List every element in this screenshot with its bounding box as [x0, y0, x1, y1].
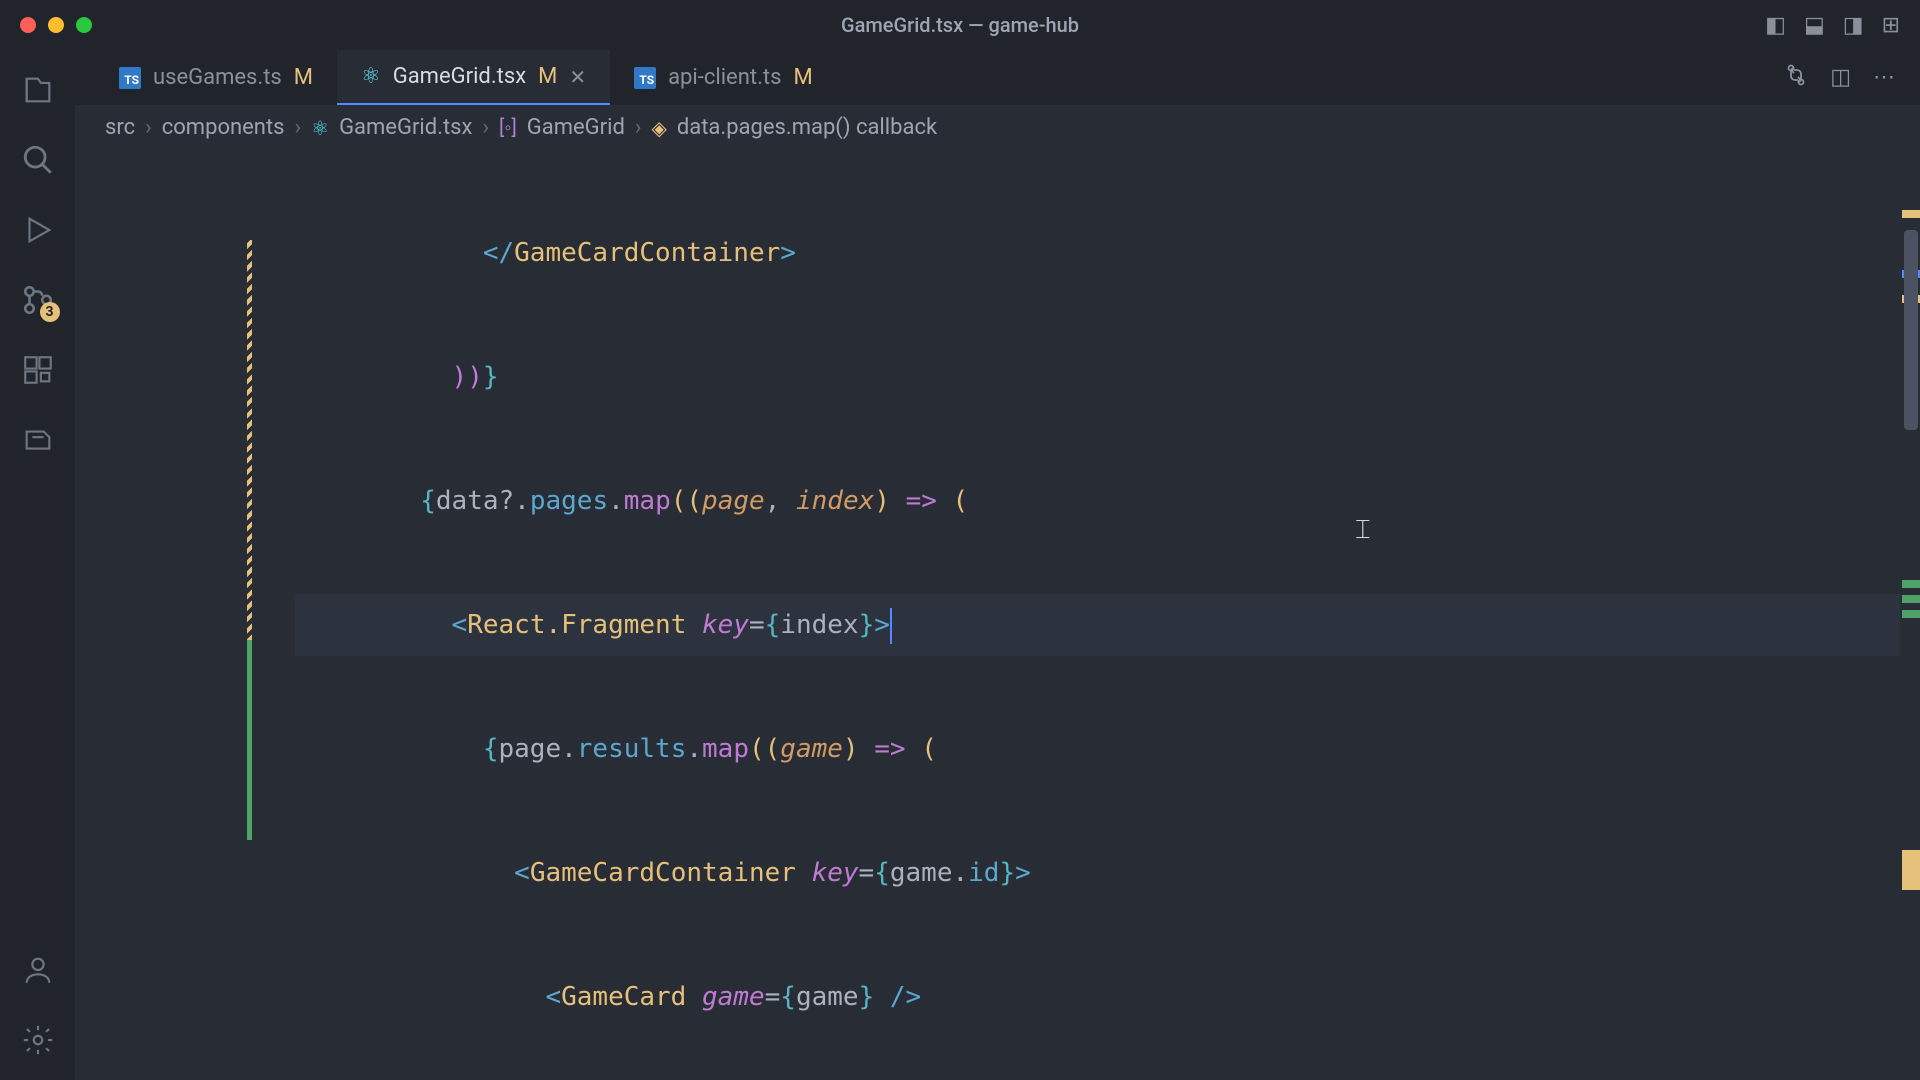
- chevron-right-icon: ›: [482, 115, 489, 140]
- search-icon[interactable]: [18, 140, 58, 180]
- gutter-change-modified[interactable]: [247, 240, 252, 640]
- more-actions-icon[interactable]: ⋯: [1873, 65, 1895, 90]
- tab-label: useGames.ts: [153, 65, 282, 90]
- chevron-right-icon: ›: [145, 115, 152, 140]
- maximize-window-button[interactable]: [76, 17, 92, 33]
- breadcrumb-segment[interactable]: src: [105, 115, 135, 140]
- editor-region: TS useGames.ts M ⚛ GameGrid.tsx M ✕ TS a…: [75, 50, 1920, 1080]
- modified-indicator: M: [538, 64, 557, 89]
- title-bar: GameGrid.tsx — game-hub ◧ ⬓ ◨ ⊞: [0, 0, 1920, 50]
- vertical-scrollbar[interactable]: [1902, 150, 1920, 1080]
- symbol-icon: [◦]: [499, 115, 517, 140]
- window-title: GameGrid.tsx — game-hub: [841, 13, 1079, 37]
- chevron-right-icon: ›: [635, 115, 642, 140]
- breadcrumb-segment[interactable]: data.pages.map() callback: [677, 115, 937, 140]
- split-editor-icon[interactable]: ◫: [1830, 65, 1851, 90]
- minimize-window-button[interactable]: [48, 17, 64, 33]
- customize-layout-icon[interactable]: ⊞: [1882, 13, 1900, 38]
- layout-controls: ◧ ⬓ ◨ ⊞: [1765, 13, 1900, 38]
- extensions-icon[interactable]: [18, 350, 58, 390]
- activity-bar: 3: [0, 50, 75, 1080]
- accounts-icon[interactable]: [18, 950, 58, 990]
- tab-bar: TS useGames.ts M ⚛ GameGrid.tsx M ✕ TS a…: [75, 50, 1920, 105]
- tab-usegames[interactable]: TS useGames.ts M: [95, 50, 337, 105]
- breadcrumb-segment[interactable]: components: [162, 115, 285, 140]
- panel-bottom-icon[interactable]: ⬓: [1804, 13, 1825, 38]
- traffic-lights: [20, 17, 92, 33]
- react-icon: ⚛: [361, 64, 381, 89]
- code-content[interactable]: </GameCardContainer> ))} {data?.pages.ma…: [255, 150, 1920, 1080]
- close-tab-icon[interactable]: ✕: [569, 65, 586, 89]
- close-window-button[interactable]: [20, 17, 36, 33]
- source-control-icon[interactable]: 3: [18, 280, 58, 320]
- modified-indicator: M: [793, 65, 812, 90]
- tab-label: api-client.ts: [668, 65, 781, 90]
- tab-gamegrid[interactable]: ⚛ GameGrid.tsx M ✕: [337, 50, 610, 105]
- text-cursor: [890, 608, 892, 644]
- remote-icon[interactable]: [18, 420, 58, 460]
- scroll-thumb[interactable]: [1904, 230, 1918, 430]
- breadcrumb-segment[interactable]: GameGrid.tsx: [339, 115, 472, 140]
- typescript-icon: TS: [634, 67, 656, 89]
- modified-indicator: M: [294, 65, 313, 90]
- gutter-change-added[interactable]: [247, 640, 252, 840]
- explorer-icon[interactable]: [18, 70, 58, 110]
- chevron-right-icon: ›: [295, 115, 302, 140]
- tab-label: GameGrid.tsx: [393, 64, 526, 89]
- typescript-icon: TS: [119, 67, 141, 89]
- scm-badge: 3: [40, 302, 60, 322]
- compare-changes-icon[interactable]: [1784, 63, 1808, 93]
- mouse-text-cursor-icon: ⌶: [1355, 515, 1371, 546]
- breadcrumb-segment[interactable]: GameGrid: [527, 115, 625, 140]
- method-icon: ◈: [651, 116, 666, 140]
- gutter: [75, 150, 255, 1080]
- code-editor[interactable]: </GameCardContainer> ))} {data?.pages.ma…: [75, 150, 1920, 1080]
- settings-gear-icon[interactable]: [18, 1020, 58, 1060]
- run-debug-icon[interactable]: [18, 210, 58, 250]
- react-icon: ⚛: [311, 116, 329, 140]
- breadcrumbs[interactable]: src › components › ⚛ GameGrid.tsx › [◦] …: [75, 105, 1920, 150]
- panel-right-icon[interactable]: ◨: [1843, 13, 1864, 38]
- tab-actions: ◫ ⋯: [1784, 50, 1920, 105]
- panel-left-icon[interactable]: ◧: [1765, 13, 1786, 38]
- tab-apiclient[interactable]: TS api-client.ts M: [610, 50, 837, 105]
